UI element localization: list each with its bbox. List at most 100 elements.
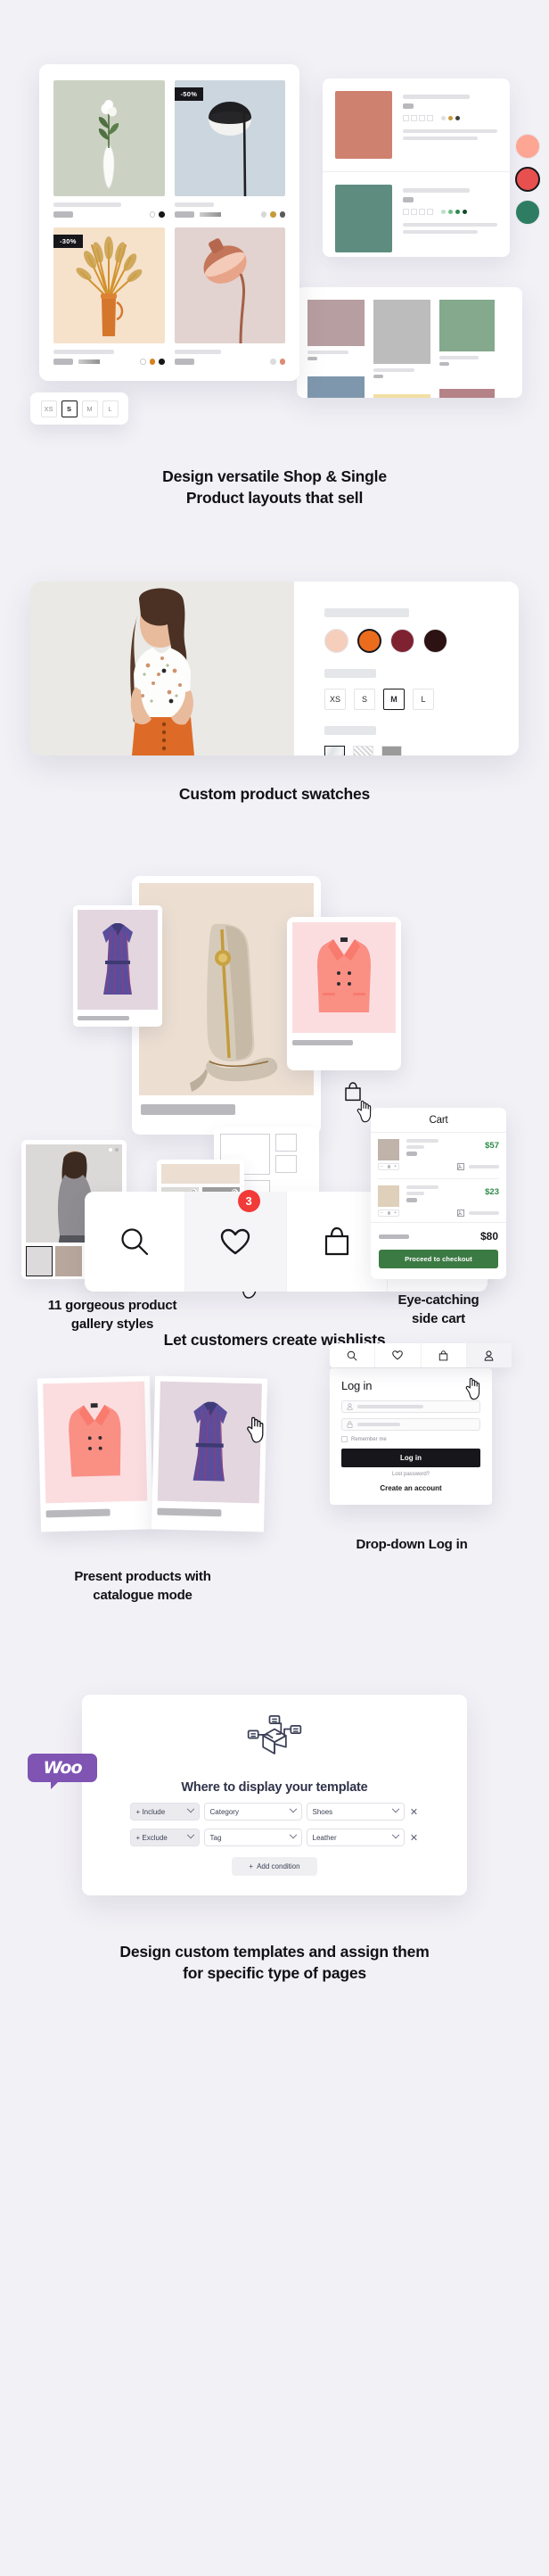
tile-cell[interactable]: [373, 300, 430, 378]
remember-me-checkbox[interactable]: [341, 1436, 348, 1442]
texture-option-wool[interactable]: [381, 746, 402, 755]
remove-condition-button[interactable]: ✕: [409, 1832, 420, 1844]
color-swatch[interactable]: [279, 359, 285, 365]
palette-dot-peach[interactable]: [515, 134, 540, 159]
quantity-stepper[interactable]: − +: [378, 1163, 399, 1170]
condition-taxonomy-select[interactable]: Tag: [203, 1829, 302, 1846]
color-swatch-black[interactable]: [423, 629, 447, 653]
woo-templates-caption: Design custom templates and assign them …: [119, 1943, 430, 1983]
wishlist-card-dress[interactable]: [73, 905, 162, 1027]
user-icon: [347, 1403, 353, 1410]
tile-cell[interactable]: [373, 394, 430, 398]
size-pill-l[interactable]: L: [102, 400, 119, 417]
size-pill-s[interactable]: S: [61, 400, 78, 417]
product-card[interactable]: -30%: [53, 227, 165, 365]
product-title-placeholder: [141, 1104, 235, 1115]
book-page-right[interactable]: [151, 1375, 268, 1532]
create-account-link[interactable]: Create an account: [341, 1484, 480, 1492]
product-card[interactable]: [53, 80, 165, 218]
remember-me-row[interactable]: Remember me: [341, 1436, 480, 1442]
cart-item[interactable]: $23: [371, 1179, 506, 1207]
color-swatch-peach[interactable]: [324, 629, 348, 653]
texture-option-twill[interactable]: [353, 746, 373, 755]
color-dot[interactable]: [448, 116, 453, 120]
blazer-image: [292, 922, 396, 1033]
proceed-to-checkout-button[interactable]: Proceed to checkout: [379, 1250, 498, 1268]
gallery-thumb[interactable]: [26, 1246, 53, 1276]
color-swatch[interactable]: [140, 359, 146, 365]
vase-flower-illustration: [99, 100, 119, 189]
add-condition-button[interactable]: + Add condition: [232, 1857, 317, 1876]
color-dot[interactable]: [455, 210, 460, 214]
condition-term-select[interactable]: Leather: [306, 1829, 405, 1846]
size-option-l[interactable]: L: [413, 689, 434, 710]
product-meta: [53, 202, 165, 218]
catalogue-login-section: Log in Remember me Log in Lost password?…: [0, 1343, 549, 1659]
tile-cell[interactable]: [439, 389, 495, 398]
cart-button[interactable]: [422, 1343, 467, 1367]
remove-condition-button[interactable]: ✕: [409, 1806, 420, 1818]
color-dot[interactable]: [441, 210, 446, 214]
palette-dot-green[interactable]: [515, 200, 540, 225]
color-dot[interactable]: [448, 210, 453, 214]
condition-mode-select[interactable]: + Include: [129, 1803, 200, 1821]
size-pill-m[interactable]: M: [81, 400, 98, 417]
product-list-card: [323, 78, 510, 257]
size-option-m[interactable]: M: [383, 689, 405, 710]
gallery-thumb[interactable]: [55, 1246, 82, 1276]
tile-cell[interactable]: [439, 300, 495, 378]
login-submit-button[interactable]: Log in: [341, 1449, 480, 1467]
tile-cell[interactable]: [307, 376, 365, 398]
color-swatch[interactable]: [260, 211, 266, 218]
color-swatch[interactable]: [279, 211, 285, 218]
color-swatch[interactable]: [159, 211, 165, 218]
texture-option-silk[interactable]: [324, 746, 345, 755]
list-item-body: [403, 91, 497, 159]
color-swatch[interactable]: [159, 359, 165, 365]
size-pill-xs[interactable]: XS: [40, 400, 57, 417]
color-swatch[interactable]: [270, 359, 276, 365]
quantity-decrement[interactable]: −: [381, 1164, 383, 1169]
lost-password-link[interactable]: Lost password?: [341, 1472, 480, 1477]
condition-taxonomy-select[interactable]: Category: [203, 1803, 302, 1821]
size-option-s[interactable]: S: [354, 689, 375, 710]
size-option-xs[interactable]: XS: [324, 689, 346, 710]
list-item[interactable]: [323, 78, 510, 171]
wishlist-button[interactable]: [375, 1343, 422, 1367]
product-card[interactable]: [174, 227, 285, 365]
color-swatch-maroon[interactable]: [390, 629, 414, 653]
product-card[interactable]: -50%: [174, 80, 285, 218]
search-button[interactable]: [330, 1343, 376, 1367]
gallery-tile[interactable]: [161, 1164, 240, 1184]
tile-cell[interactable]: [307, 300, 365, 378]
password-field[interactable]: [341, 1418, 480, 1431]
star-icon: [419, 209, 425, 215]
username-field[interactable]: [341, 1400, 480, 1413]
color-swatch[interactable]: [149, 359, 155, 365]
quantity-decrement[interactable]: −: [381, 1210, 383, 1216]
color-dot[interactable]: [463, 210, 467, 214]
condition-mode-select[interactable]: + Exclude: [129, 1829, 200, 1846]
color-dot[interactable]: [455, 116, 460, 120]
condition-term-select[interactable]: Shoes: [306, 1803, 405, 1821]
boot-illustration: [190, 923, 278, 1092]
quantity-stepper[interactable]: − +: [378, 1210, 399, 1217]
model-photo: [30, 582, 294, 755]
account-button[interactable]: [466, 1343, 512, 1367]
condition-term-value: Shoes: [312, 1807, 333, 1816]
wishlist-button[interactable]: 3: [185, 1190, 287, 1292]
search-button[interactable]: [85, 1192, 186, 1292]
color-dot[interactable]: [441, 116, 446, 120]
list-item[interactable]: [323, 171, 510, 265]
quantity-increment[interactable]: +: [394, 1164, 397, 1169]
palette-dot-red[interactable]: [515, 167, 540, 192]
color-swatch[interactable]: [149, 211, 155, 218]
user-icon: [484, 1350, 494, 1361]
cart-item[interactable]: $57: [371, 1133, 506, 1160]
quantity-increment[interactable]: +: [394, 1210, 397, 1216]
wishlist-card-blazer[interactable]: [287, 917, 401, 1070]
color-swatch[interactable]: [270, 211, 276, 218]
color-swatch-orange[interactable]: [357, 629, 381, 653]
plus-sign: +: [249, 1862, 254, 1870]
book-page-left[interactable]: [37, 1375, 154, 1532]
